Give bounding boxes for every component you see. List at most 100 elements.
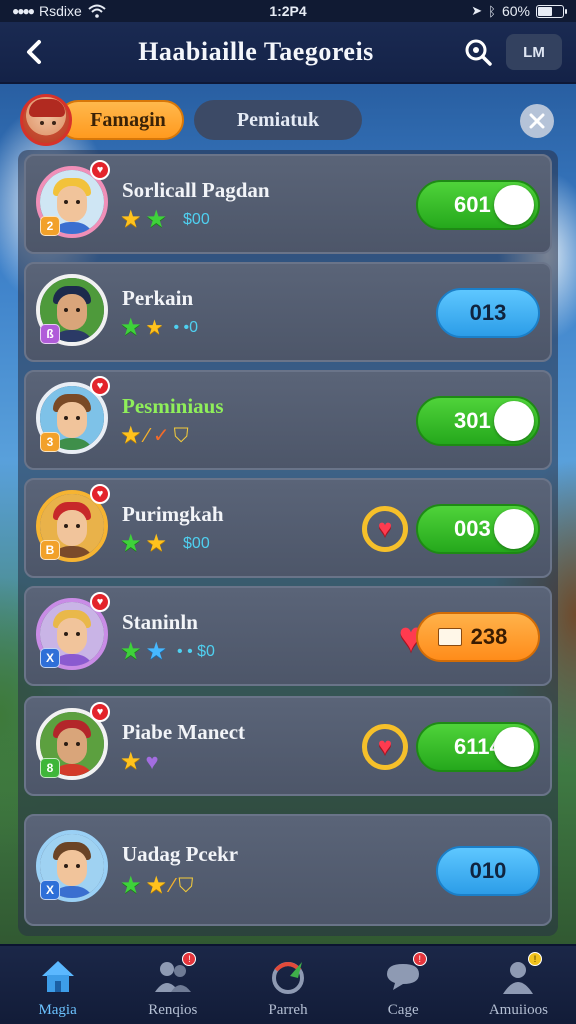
nav-item-renqios[interactable]: ! Renqios bbox=[115, 946, 230, 1024]
app-header: Haabiaille Taegoreis LM bbox=[0, 22, 576, 84]
notification-dot: ! bbox=[412, 952, 427, 966]
toggle-button[interactable]: 6114 bbox=[416, 722, 540, 772]
list-item[interactable]: ß Perkain ★ ★ • •0 013 bbox=[24, 262, 552, 362]
star-icon: ★ bbox=[145, 638, 168, 665]
toggle-knob bbox=[494, 727, 534, 767]
tab-famagin[interactable]: Famagin bbox=[58, 100, 184, 140]
nav-item-amuiioos[interactable]: ! Amuiioos bbox=[461, 946, 576, 1024]
toggle-value: 301 bbox=[454, 408, 491, 433]
toggle-knob bbox=[494, 509, 534, 549]
toggle-value: 601 bbox=[454, 192, 491, 217]
nav-label: Parreh bbox=[268, 1002, 308, 1018]
star-icon: ★ bbox=[120, 422, 142, 449]
star-icon: ★ bbox=[120, 206, 142, 233]
toggle-value: 003 bbox=[454, 516, 491, 541]
player-stats: ★ ★ ⁄ ⛉ bbox=[120, 874, 193, 898]
search-icon bbox=[465, 39, 492, 66]
close-button[interactable] bbox=[520, 104, 554, 138]
action-button[interactable]: 013 bbox=[436, 288, 540, 338]
stat-value: $00 bbox=[183, 211, 210, 228]
compass-icon bbox=[272, 962, 304, 994]
star-icon: ★ bbox=[120, 748, 142, 775]
battery-icon bbox=[536, 4, 567, 18]
check-icon: ✓ bbox=[152, 425, 170, 447]
heart-icon: ♥ bbox=[90, 484, 110, 504]
rank-badge: ß bbox=[40, 324, 60, 344]
toggle-knob bbox=[494, 401, 534, 441]
bluetooth-icon: ᛒ bbox=[488, 3, 496, 19]
player-stats: ★ ★ • • $0 bbox=[120, 640, 215, 664]
player-name: Staninln bbox=[122, 610, 198, 634]
list-item[interactable]: ♥ 3 Pesminiaus ★ ⁄ ✓ ⛉ 301 bbox=[24, 370, 552, 470]
message-button[interactable]: 238 bbox=[416, 612, 540, 662]
rank-badge: B bbox=[40, 540, 60, 560]
heart-icon: ♥ bbox=[145, 749, 159, 774]
star-icon: ★ bbox=[120, 872, 142, 899]
page-title: Haabiaille Taegoreis bbox=[138, 37, 374, 66]
star-icon: ★ bbox=[145, 872, 168, 899]
feather-icon: ⁄ bbox=[145, 425, 149, 447]
heart-ring-icon[interactable]: ♥ bbox=[362, 506, 408, 552]
heart-icon: ♥ bbox=[90, 702, 110, 722]
nav-label: Renqios bbox=[148, 1002, 198, 1018]
signal-icon: ●●●● bbox=[12, 4, 35, 18]
search-button[interactable] bbox=[458, 32, 498, 72]
heart-ring-icon[interactable]: ♥ bbox=[362, 724, 408, 770]
user-avatar[interactable] bbox=[20, 94, 72, 146]
list-item[interactable]: ♥ B Purimgkah ★ ★ $00 ♥ 003 bbox=[24, 478, 552, 578]
carrier-label: Rsdixe bbox=[39, 3, 82, 19]
list-item[interactable]: ♥ 8 Piabe Manect ★ ♥ ♥ 6114 bbox=[24, 696, 552, 796]
stat-value: $00 bbox=[183, 535, 210, 552]
chevron-left-icon bbox=[27, 40, 41, 64]
action-button[interactable]: 010 bbox=[436, 846, 540, 896]
bottom-navigation: Magia ! Renqios Parreh ! Cage ! Amuiioos bbox=[0, 944, 576, 1024]
nav-label: Cage bbox=[387, 1002, 419, 1018]
heart-icon: ♥ bbox=[90, 592, 110, 612]
tab-pemiatuk[interactable]: Pemiatuk bbox=[194, 100, 362, 140]
player-name: Sorlicall Pagdan bbox=[122, 178, 270, 202]
star-icon: ★ bbox=[120, 530, 142, 557]
player-stats: ★ ★ $00 bbox=[120, 208, 210, 232]
player-stats: ★ ★ • •0 bbox=[120, 316, 198, 340]
nav-item-home[interactable]: Magia bbox=[0, 946, 115, 1024]
heart-icon: ♥ bbox=[90, 376, 110, 396]
player-stats: ★ ★ $00 bbox=[120, 532, 210, 556]
player-name: Piabe Manect bbox=[122, 720, 246, 744]
toggle-button[interactable]: 003 bbox=[416, 504, 540, 554]
notification-dot: ! bbox=[528, 952, 543, 966]
toggle-button[interactable]: 301 bbox=[416, 396, 540, 446]
heart-icon: ♥ bbox=[90, 160, 110, 180]
list-item[interactable]: ♥ X Staninln ★ ★ • • $0 ♥ 238 bbox=[24, 586, 552, 686]
toggle-button[interactable]: 601 bbox=[416, 180, 540, 230]
location-icon: ➤ bbox=[471, 3, 483, 18]
filter-bar: Famagin Pemiatuk bbox=[18, 94, 558, 148]
star-icon: ★ bbox=[145, 530, 168, 557]
player-stats: ★ ♥ bbox=[120, 750, 159, 774]
list-item[interactable]: X Uadag Pcekr ★ ★ ⁄ ⛉ 010 bbox=[24, 814, 552, 926]
rank-badge: X bbox=[40, 648, 60, 668]
battery-percent: 60% bbox=[501, 3, 530, 19]
star-icon: ★ bbox=[145, 206, 168, 233]
close-icon bbox=[529, 113, 545, 129]
player-stats: ★ ⁄ ✓ ⛉ bbox=[120, 424, 189, 448]
nav-label: Amuiioos bbox=[488, 1002, 548, 1018]
clock: 1:2P4 bbox=[269, 3, 307, 19]
notification-dot: ! bbox=[182, 952, 197, 966]
stat-value: • •0 bbox=[173, 319, 198, 336]
nav-label: Magia bbox=[38, 1002, 77, 1018]
profile-button[interactable]: LM bbox=[506, 34, 562, 70]
list-item[interactable]: ♥ 2 Sorlicall Pagdan ★ ★ $00 601 bbox=[24, 154, 552, 254]
home-icon bbox=[41, 961, 74, 992]
nav-item-cage[interactable]: ! Cage bbox=[346, 946, 461, 1024]
player-list: ♥ 2 Sorlicall Pagdan ★ ★ $00 601 ß Perka… bbox=[18, 150, 558, 936]
shield-icon: ⛉ bbox=[178, 875, 194, 897]
rank-badge: 8 bbox=[40, 758, 60, 778]
toggle-knob bbox=[494, 185, 534, 225]
nav-item-parreh[interactable]: Parreh bbox=[230, 946, 345, 1024]
rank-badge: 2 bbox=[40, 216, 60, 236]
back-button[interactable] bbox=[14, 32, 54, 72]
player-name: Pesminiaus bbox=[122, 394, 224, 418]
envelope-icon bbox=[438, 628, 462, 646]
rank-badge: X bbox=[40, 880, 60, 900]
feather-icon: ⁄ bbox=[171, 875, 175, 897]
